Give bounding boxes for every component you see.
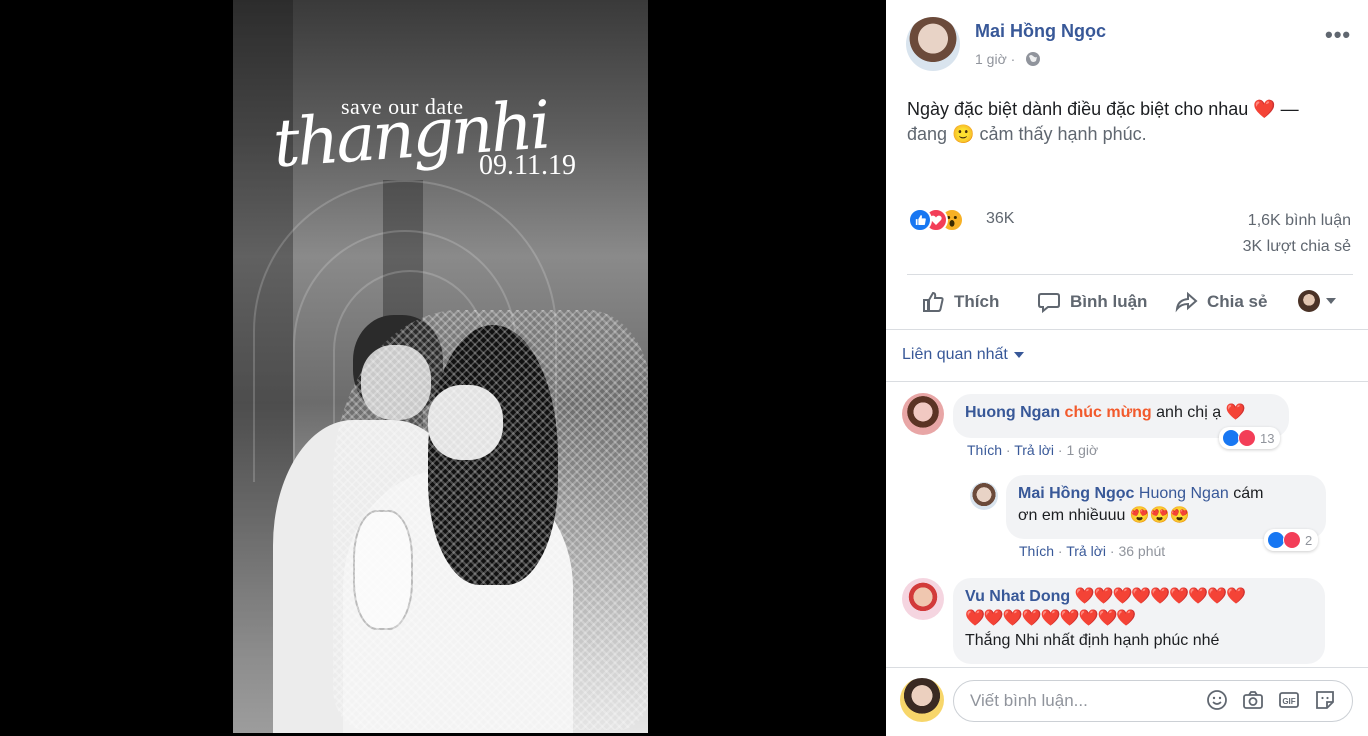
comment-author[interactable]: Huong Ngan — [965, 404, 1060, 421]
photo-viewer: thangnhi save our date 09.11.19 — [0, 0, 886, 735]
wedding-photo[interactable]: thangnhi save our date 09.11.19 — [233, 0, 648, 733]
viewer-avatar — [1298, 290, 1320, 312]
reply-reaction-count: 2 — [1305, 532, 1313, 548]
post-meta: 1 giờ · — [975, 51, 1015, 67]
comment-author[interactable]: Vu Nhat Dong — [965, 588, 1070, 605]
reply-mention[interactable]: Huong Ngan — [1139, 485, 1229, 502]
shares-count[interactable]: 3K lượt chia sẻ — [1243, 238, 1351, 256]
like-button[interactable]: Thích — [920, 290, 999, 314]
reply-reactions[interactable]: 2 — [1264, 529, 1319, 551]
reply-text-2: ơn em nhiềuuu 😍😍😍 — [1018, 507, 1190, 524]
feeling-emoji: 🙂 — [952, 124, 975, 144]
post-as-selector[interactable] — [1298, 290, 1336, 312]
more-options-button[interactable]: ••• — [1325, 22, 1351, 48]
reactions-count[interactable]: 36K — [986, 210, 1014, 228]
like-react-icon — [908, 208, 932, 232]
chevron-down-icon — [1013, 352, 1024, 358]
globe-icon[interactable] — [1025, 51, 1041, 67]
post-author[interactable]: Mai Hồng Ngọc — [975, 21, 1106, 42]
reply-author[interactable]: Mai Hồng Ngọc — [1018, 485, 1134, 502]
share-icon — [1175, 291, 1198, 313]
feeling-text: cảm thấy hạnh phúc. — [979, 124, 1147, 144]
post-time[interactable]: 1 giờ — [975, 51, 1007, 67]
comments-count[interactable]: 1,6K bình luận — [1248, 212, 1351, 230]
composer-avatar — [900, 678, 944, 722]
divider — [886, 381, 1368, 382]
comment-label: Bình luận — [1070, 292, 1148, 311]
svg-text:GIF: GIF — [1282, 697, 1295, 706]
post-status: Ngày đặc biệt dành điều đặc biệt cho nha… — [907, 97, 1347, 147]
comment-text: Thắng Nhi nhất định hạnh phúc nhé — [965, 632, 1220, 649]
divider — [886, 329, 1368, 330]
comment-reply-link[interactable]: Trả lời — [1014, 442, 1054, 458]
comment-button[interactable]: Bình luận — [1036, 290, 1147, 314]
photo-date-text: 09.11.19 — [479, 150, 576, 181]
meta-separator: · — [1006, 51, 1016, 67]
comment-bubble: Vu Nhat Dong ❤️❤️❤️❤️❤️❤️❤️❤️❤️ ❤️❤️❤️❤️… — [953, 578, 1325, 664]
commenter-avatar[interactable] — [902, 578, 944, 620]
author-avatar[interactable] — [906, 17, 960, 71]
chevron-down-icon — [1326, 298, 1336, 304]
comment-icon — [1038, 293, 1060, 314]
bridal-veil — [333, 310, 648, 730]
camera-icon[interactable] — [1242, 689, 1264, 711]
photo-save-text: save our date — [341, 94, 464, 119]
status-text: Ngày đặc biệt dành điều đặc biệt cho nha… — [907, 99, 1299, 119]
comment-reaction-count: 13 — [1260, 430, 1275, 446]
gif-icon[interactable]: GIF — [1278, 689, 1300, 711]
feeling-prefix: đang — [907, 124, 948, 144]
reply-avatar[interactable] — [970, 482, 998, 510]
share-button[interactable]: Chia sẻ — [1173, 290, 1267, 314]
comment-actions: Thích · Trả lời · 1 giờ — [967, 442, 1099, 458]
reply-text-1: cám — [1233, 485, 1264, 502]
comment-highlight: chúc mừng — [1064, 404, 1152, 421]
commenter-avatar[interactable] — [902, 393, 944, 435]
emoji-icon[interactable] — [1206, 689, 1228, 711]
love-react-icon — [1283, 531, 1301, 549]
comment-sort-dropdown[interactable]: Liên quan nhất — [902, 346, 1024, 364]
comment-text: anh chị ạ ❤️ — [1156, 404, 1246, 421]
sticker-icon[interactable] — [1314, 689, 1336, 711]
reaction-icons[interactable] — [908, 208, 968, 234]
sort-label: Liên quan nhất — [902, 346, 1008, 363]
share-label: Chia sẻ — [1207, 292, 1268, 311]
comment-like-link[interactable]: Thích — [967, 442, 1002, 458]
love-react-icon — [1238, 429, 1256, 447]
reply-time[interactable]: 36 phút — [1118, 543, 1165, 559]
composer-tools: GIF — [1206, 689, 1336, 711]
comment-time[interactable]: 1 giờ — [1066, 442, 1098, 458]
comment-hearts: ❤️❤️❤️❤️❤️❤️❤️❤️❤️ — [965, 610, 1136, 627]
reply-reply-link[interactable]: Trả lời — [1066, 543, 1106, 559]
like-label: Thích — [954, 292, 1000, 311]
divider — [907, 274, 1353, 275]
thumbs-up-icon — [923, 291, 944, 312]
comment-placeholder: Viết bình luận... — [970, 691, 1088, 710]
reply-like-link[interactable]: Thích — [1019, 543, 1054, 559]
reply-actions: Thích · Trả lời · 36 phút — [1019, 543, 1166, 559]
comment-reactions[interactable]: 13 — [1219, 427, 1281, 449]
comment-hearts: ❤️❤️❤️❤️❤️❤️❤️❤️❤️ — [1074, 588, 1246, 605]
